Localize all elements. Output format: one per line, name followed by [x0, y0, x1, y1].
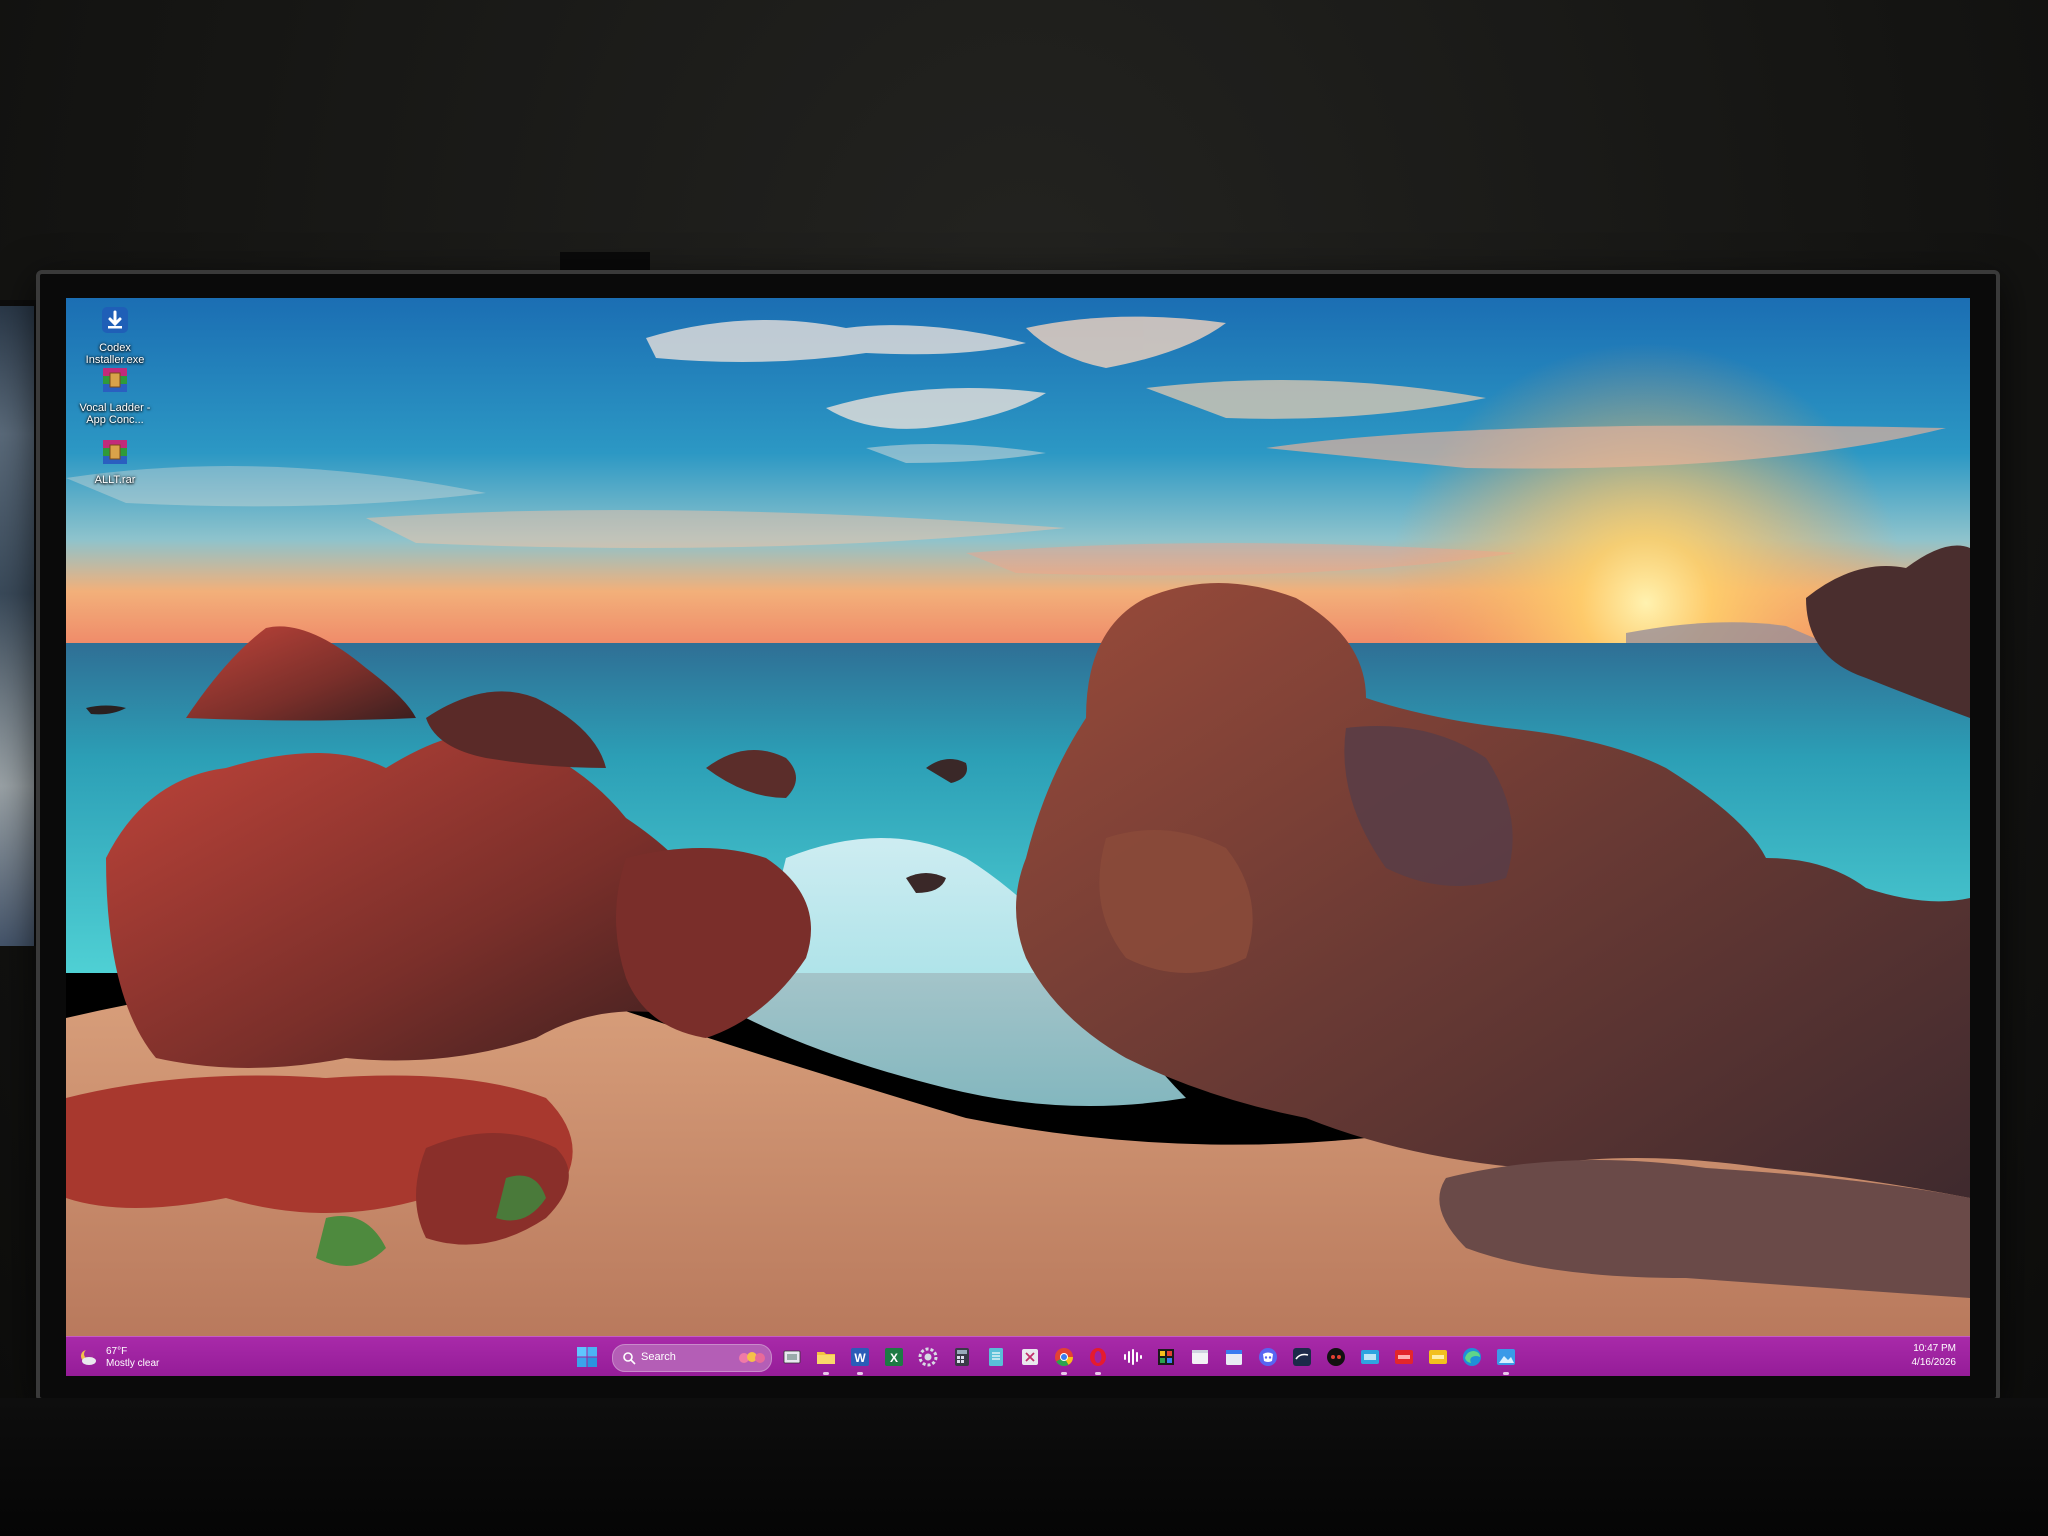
svg-text:W: W	[854, 1351, 866, 1365]
folder-icon	[817, 1352, 835, 1364]
calendar-icon	[1226, 1350, 1242, 1365]
discord-icon	[1259, 1348, 1277, 1366]
moon-cloud-icon	[81, 1349, 96, 1365]
calculator-icon	[955, 1348, 969, 1366]
weather-temperature: 67°F	[106, 1346, 128, 1357]
taskbar-media-app[interactable]	[1154, 1345, 1178, 1369]
taskbar-calendar[interactable]	[1222, 1345, 1246, 1369]
start-button[interactable]	[576, 1346, 598, 1368]
notepad-icon	[989, 1348, 1003, 1366]
desktop-icon-label: ALLT.rar	[94, 474, 136, 486]
yellow-app-icon	[1429, 1350, 1447, 1364]
desktop-icon-label: Vocal Ladder - App Conc...	[79, 402, 151, 426]
blue-app-icon	[1361, 1350, 1379, 1364]
gear-icon	[918, 1347, 938, 1367]
taskbar-task-view[interactable]	[780, 1345, 804, 1369]
excel-icon: X	[885, 1348, 903, 1366]
taskbar-file-explorer[interactable]	[814, 1345, 838, 1375]
taskbar-audio-app[interactable]	[1120, 1345, 1144, 1369]
clock-date: 4/16/2026	[1911, 1357, 1957, 1368]
taskbar-excel[interactable]: X	[882, 1345, 906, 1369]
desk-surface	[0, 1398, 2048, 1536]
system-clock[interactable]: 10:47 PM 4/16/2026	[1912, 1342, 1957, 1370]
chrome-icon	[1055, 1348, 1073, 1367]
search-highlight-icon	[739, 1352, 765, 1363]
taskbar-edge[interactable]	[1460, 1345, 1484, 1369]
red-app-icon	[1395, 1350, 1413, 1364]
taskbar-calculator[interactable]	[950, 1345, 974, 1369]
search-input[interactable]: Search	[612, 1344, 772, 1372]
taskbar-notepad[interactable]	[984, 1345, 1008, 1369]
taskbar-focusrite[interactable]	[1324, 1345, 1348, 1369]
taskbar-photos[interactable]	[1494, 1345, 1518, 1375]
desktop-icon-allt[interactable]: ALLT.rar	[72, 436, 158, 486]
photos-icon	[1497, 1349, 1515, 1365]
clock-time: 10:47 PM	[1913, 1343, 1956, 1354]
taskbar: 67°F Mostly clear Search W X 10:47 PM 4/…	[66, 1336, 1970, 1376]
side-monitor	[0, 300, 38, 946]
search-placeholder: Search	[641, 1351, 676, 1363]
rar-archive-icon	[103, 440, 127, 464]
desktop-icon-label: Codex Installer.exe	[85, 342, 145, 366]
search-icon	[623, 1352, 636, 1365]
taskbar-opera[interactable]	[1086, 1345, 1110, 1375]
taskbar-window-app[interactable]	[1188, 1345, 1212, 1369]
edge-icon	[1463, 1348, 1481, 1366]
taskbar-blue-app[interactable]	[1358, 1345, 1382, 1369]
svg-text:X: X	[890, 1351, 898, 1365]
task-view-icon	[783, 1350, 801, 1364]
desktop-screen: Codex Installer.exe Vocal Ladder - App C…	[66, 298, 1970, 1376]
snipping-icon	[1022, 1349, 1038, 1365]
desktop-wallpaper	[66, 298, 1970, 1368]
taskbar-snipping-tool[interactable]	[1018, 1345, 1042, 1369]
opera-icon	[1090, 1348, 1106, 1366]
desktop-icon-codex-installer[interactable]: Codex Installer.exe	[72, 304, 158, 366]
taskbar-fender-tone[interactable]	[1290, 1345, 1314, 1369]
media-icon	[1158, 1349, 1174, 1365]
word-icon: W	[851, 1348, 869, 1366]
taskbar-red-app[interactable]	[1392, 1345, 1416, 1369]
taskbar-word[interactable]: W	[848, 1345, 872, 1375]
monitor-bezel: Codex Installer.exe Vocal Ladder - App C…	[36, 270, 2000, 1402]
download-icon	[102, 307, 128, 333]
taskbar-settings[interactable]	[916, 1345, 940, 1369]
waveform-icon	[1124, 1349, 1142, 1365]
taskbar-discord[interactable]	[1256, 1345, 1280, 1369]
desktop-icon-vocal-ladder[interactable]: Vocal Ladder - App Conc...	[72, 364, 158, 426]
rar-archive-icon	[103, 368, 127, 392]
taskbar-yellow-app[interactable]	[1426, 1345, 1450, 1369]
dots-circle-icon	[1327, 1348, 1345, 1366]
weather-condition: Mostly clear	[106, 1358, 160, 1369]
taskbar-chrome[interactable]	[1052, 1345, 1076, 1375]
window-icon	[1192, 1350, 1208, 1364]
fender-icon	[1293, 1348, 1311, 1366]
